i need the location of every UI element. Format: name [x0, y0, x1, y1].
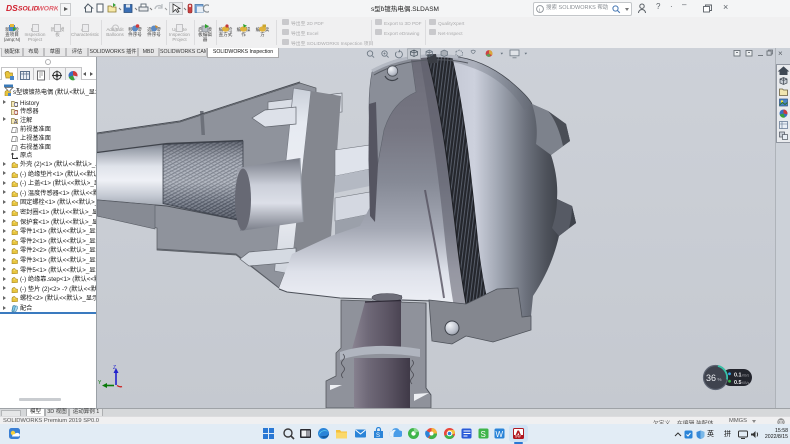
svg-text:S: S — [481, 430, 486, 439]
svg-text:Z: Z — [113, 365, 116, 371]
svg-text:WORKS: WORKS — [38, 6, 59, 13]
svg-text:%: % — [718, 377, 722, 382]
svg-text:36: 36 — [706, 373, 716, 383]
svg-text:0.5: 0.5 — [734, 380, 742, 386]
svg-text:0.1: 0.1 — [734, 372, 742, 378]
svg-text:S: S — [376, 433, 380, 439]
svg-text:W: W — [496, 430, 504, 439]
svg-text:KB/s: KB/s — [742, 381, 749, 385]
svg-text:SOLID: SOLID — [18, 6, 39, 13]
svg-text:SW: SW — [515, 435, 521, 439]
svg-text:DS: DS — [6, 3, 18, 13]
svg-text:KB/s: KB/s — [742, 373, 749, 377]
